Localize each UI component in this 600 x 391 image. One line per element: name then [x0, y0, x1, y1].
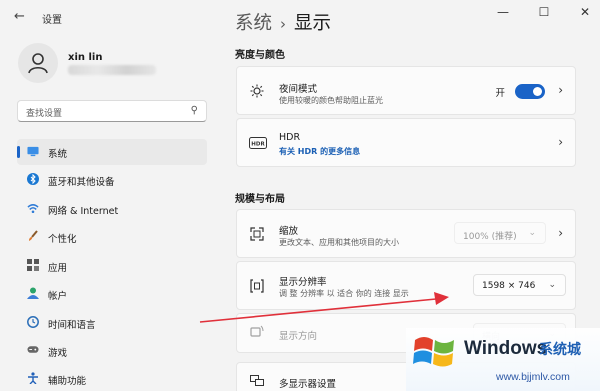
section-heading-brightness: 亮度与颜色	[235, 50, 285, 61]
sidebar-item-bluetooth[interactable]: 蓝牙和其他设备	[17, 167, 207, 193]
page-title: 显示	[294, 13, 332, 34]
sidebar-item-label: 游戏	[48, 348, 68, 359]
orientation-icon	[249, 324, 265, 340]
search-input[interactable]: 查找设置	[26, 106, 62, 119]
watermark: Windows 系统城 www.bjjmlv.com	[406, 328, 600, 391]
app-title: 设置	[42, 15, 62, 26]
sidebar-item-personalization[interactable]: 个性化	[17, 224, 207, 250]
back-button[interactable]: ←	[14, 9, 25, 24]
accessibility-icon	[27, 372, 39, 384]
sidebar-item-gaming[interactable]: 游戏	[17, 338, 207, 364]
sidebar-item-label: 蓝牙和其他设备	[48, 177, 115, 188]
brush-icon	[27, 230, 39, 242]
scale-title: 缩放	[279, 226, 299, 237]
hdr-card[interactable]: HDR HDR 有关 HDR 的更多信息 ›	[236, 118, 576, 167]
chevron-right-icon: ›	[558, 226, 563, 240]
sidebar-item-label: 帐户	[48, 291, 68, 302]
scale-desc: 更改文本、应用和其他项目的大小	[279, 238, 399, 247]
person-icon	[28, 53, 48, 74]
scale-card[interactable]: 缩放 更改文本、应用和其他项目的大小 100% (推荐) ⌄ ›	[236, 209, 576, 258]
sidebar-item-network[interactable]: 网络 & Internet	[17, 196, 207, 222]
hdr-icon: HDR	[249, 135, 267, 151]
avatar[interactable]	[18, 43, 58, 83]
scale-dropdown[interactable]: 100% (推荐) ⌄	[454, 222, 546, 244]
user-name: xin lin	[68, 52, 103, 63]
watermark-brand: Windows	[464, 338, 548, 359]
resolution-title: 显示分辨率	[279, 277, 327, 288]
blurred-email	[68, 65, 156, 75]
active-indicator	[17, 146, 20, 158]
scale-value: 100% (推荐)	[463, 232, 517, 242]
sidebar-item-apps[interactable]: 应用	[17, 253, 207, 279]
sidebar-item-label: 时间和语言	[48, 320, 96, 331]
multiple-displays-title: 多显示器设置	[279, 379, 337, 390]
resolution-icon	[249, 278, 265, 294]
monitor-icon	[27, 145, 39, 157]
watermark-url: www.bjjmlv.com	[496, 371, 570, 383]
windows-logo-icon	[413, 337, 454, 367]
sidebar-item-label: 个性化	[48, 234, 77, 245]
search-icon: ⚲	[190, 105, 198, 116]
toggle-knob	[533, 87, 542, 96]
night-light-desc: 使用较暖的颜色帮助阻止蓝光	[279, 96, 383, 105]
bluetooth-icon	[27, 173, 39, 185]
sidebar-item-label: 网络 & Internet	[48, 206, 119, 217]
resolution-dropdown[interactable]: 1598 × 746 ⌄	[473, 274, 566, 296]
breadcrumb-separator: ›	[280, 15, 287, 33]
apps-icon	[27, 259, 39, 271]
minimize-button[interactable]: —	[492, 5, 514, 19]
hdr-info-link[interactable]: 有关 HDR 的更多信息	[279, 146, 360, 157]
chevron-right-icon: ›	[558, 135, 563, 149]
section-heading-layout: 规模与布局	[235, 194, 285, 205]
sidebar-item-accessibility[interactable]: 辅助功能	[17, 366, 207, 391]
close-button[interactable]: ✕	[574, 5, 596, 19]
chevron-right-icon: ›	[558, 83, 563, 97]
hdr-title: HDR	[279, 132, 301, 143]
breadcrumb-parent[interactable]: 系统	[235, 13, 272, 34]
sidebar-item-label: 应用	[48, 263, 68, 274]
maximize-button[interactable]: ☐	[533, 5, 555, 19]
chevron-down-icon: ⌄	[528, 228, 536, 238]
wifi-icon	[27, 202, 39, 214]
scale-icon	[249, 226, 265, 242]
sidebar-item-label: 辅助功能	[48, 376, 87, 387]
chevron-down-icon: ⌄	[548, 280, 556, 290]
sidebar-item-label: 系统	[48, 149, 68, 160]
night-light-toggle[interactable]	[515, 84, 545, 99]
toggle-state-label: 开	[495, 88, 505, 99]
night-light-card[interactable]: 夜间模式 使用较暖的颜色帮助阻止蓝光 开 ›	[236, 66, 576, 115]
search-box[interactable]: 查找设置 ⚲	[17, 100, 207, 122]
multi-monitor-icon	[249, 373, 265, 389]
resolution-value: 1598 × 746	[482, 281, 536, 291]
sidebar-item-time-language[interactable]: 时间和语言	[17, 310, 207, 336]
breadcrumb: 系统 › 显示	[235, 9, 331, 35]
svg-text:HDR: HDR	[251, 142, 265, 148]
night-light-title: 夜间模式	[279, 84, 318, 95]
sidebar-item-accounts[interactable]: 帐户	[17, 281, 207, 307]
resolution-desc: 调 整 分辨率 以 适合 你的 连接 显示	[279, 289, 409, 298]
person-icon	[27, 287, 39, 299]
globe-clock-icon	[27, 316, 39, 328]
orientation-title: 显示方向	[279, 331, 318, 342]
sun-icon	[249, 83, 265, 99]
sidebar-item-system[interactable]: 系统	[17, 139, 207, 165]
gamepad-icon	[27, 344, 39, 356]
resolution-card[interactable]: 显示分辨率 调 整 分辨率 以 适合 你的 连接 显示 1598 × 746 ⌄	[236, 261, 576, 310]
watermark-cn: 系统城	[539, 342, 581, 358]
